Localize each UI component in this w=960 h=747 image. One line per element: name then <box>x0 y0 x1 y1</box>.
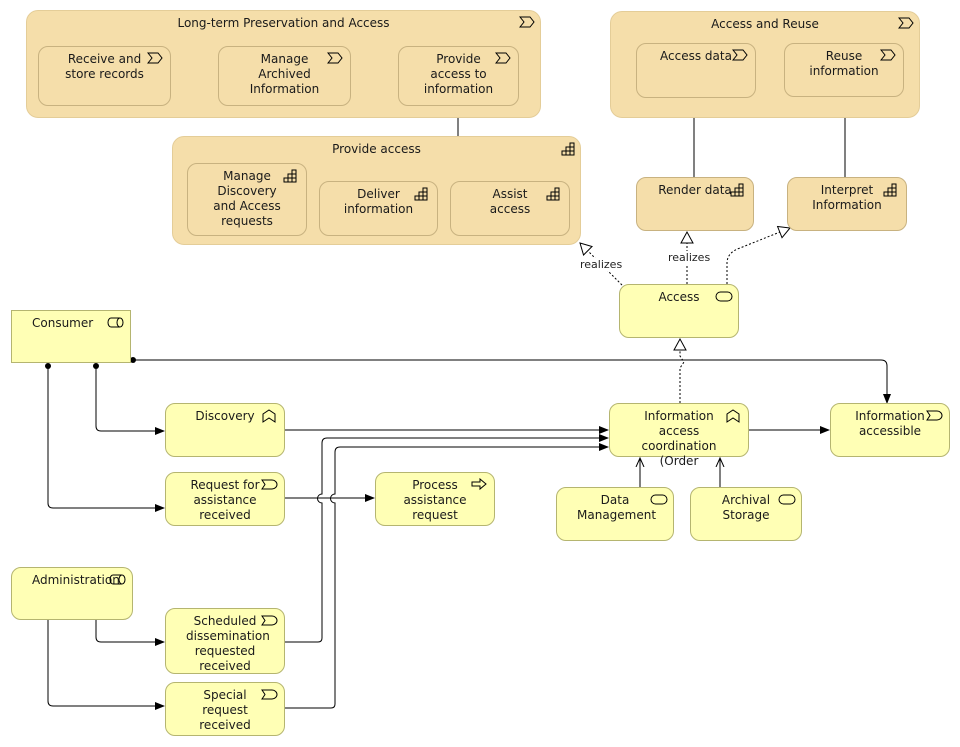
group-label: Access and Reuse <box>711 17 819 31</box>
node-deliver[interactable]: Deliver information <box>319 181 438 236</box>
event-icon <box>926 410 943 421</box>
node-access[interactable]: Access <box>619 284 739 338</box>
edge-realizes-interpret <box>726 225 791 284</box>
edge-admin-scheduled <box>95 620 165 646</box>
value-stream-icon <box>732 49 748 61</box>
node-label: Process assistance request <box>403 478 467 522</box>
capability-icon <box>414 187 428 201</box>
node-consumer[interactable]: Consumer <box>11 310 131 363</box>
role-icon <box>107 317 124 328</box>
edge-consumer-discovery <box>93 363 165 435</box>
node-process-assist[interactable]: Process assistance request <box>375 472 495 526</box>
node-accessible[interactable]: Information accessible <box>830 403 950 457</box>
node-label: Data Management <box>577 493 657 522</box>
node-assist[interactable]: Assist access <box>450 181 570 236</box>
node-provide-info[interactable]: Provide access to information <box>398 46 519 106</box>
node-scheduled[interactable]: Scheduled dissemination requested receiv… <box>165 608 285 674</box>
node-receive[interactable]: Receive and store records <box>38 46 171 106</box>
edge-realizes-coordination-access <box>673 337 687 403</box>
node-label: Render data <box>658 183 732 197</box>
node-label: Request for assistance received <box>190 478 260 522</box>
capability-icon <box>546 187 560 201</box>
function-icon <box>262 409 276 423</box>
node-manage-archived[interactable]: Manage Archived Information <box>218 46 351 106</box>
node-discovery[interactable]: Discovery <box>165 403 285 457</box>
node-interpret[interactable]: Interpret Information <box>787 177 907 231</box>
function-icon <box>726 409 740 423</box>
node-label: Manage Discovery and Access requests <box>213 169 281 228</box>
node-label: Special request received <box>199 688 251 732</box>
capability-icon <box>730 183 744 197</box>
service-icon <box>778 494 796 505</box>
node-label: Scheduled dissemination requested receiv… <box>186 614 270 673</box>
realizes-label: realizes <box>580 258 623 271</box>
node-label: Reuse information <box>809 49 879 78</box>
node-label: Provide access to information <box>423 52 494 96</box>
node-label: Receive and store records <box>65 52 144 81</box>
node-access-data[interactable]: Access data <box>636 43 756 98</box>
node-label: Interpret Information <box>812 183 882 212</box>
node-label: Access <box>658 290 700 304</box>
node-request-assist[interactable]: Request for assistance received <box>165 472 285 526</box>
edge-scheduled-coordination <box>285 434 609 643</box>
edge-admin-special <box>47 620 165 710</box>
capability-icon <box>883 183 897 197</box>
value-stream-icon <box>327 52 343 64</box>
archimate-diagram: realizes realizes Long-term Preservation… <box>0 0 960 747</box>
node-label: Discovery <box>195 409 255 423</box>
node-archival[interactable]: Archival Storage <box>690 487 802 541</box>
edge-consumer-accessible <box>130 357 891 404</box>
event-icon <box>261 615 278 626</box>
node-coordination[interactable]: Information access coordination (Order <box>609 403 749 468</box>
group-label: Long-term Preservation and Access <box>177 16 390 30</box>
realizes-label: realizes <box>668 251 711 264</box>
node-label: Deliver information <box>343 187 414 216</box>
value-stream-icon <box>880 49 896 61</box>
process-icon <box>471 478 487 491</box>
node-special[interactable]: Special request received <box>165 682 285 736</box>
group-label: Provide access <box>332 142 421 156</box>
node-label: Manage Archived Information <box>249 52 320 96</box>
capability-icon <box>561 142 575 156</box>
edge-consumer-request <box>45 363 165 512</box>
node-reuse-info[interactable]: Reuse information <box>784 43 904 97</box>
node-label: Information accessible <box>855 409 925 438</box>
value-stream-icon <box>495 52 511 64</box>
node-manage-discovery[interactable]: Manage Discovery and Access requests <box>187 163 307 236</box>
node-administration[interactable]: Administration <box>11 567 133 620</box>
value-stream-icon <box>898 17 914 29</box>
node-data-mgmt[interactable]: Data Management <box>556 487 674 541</box>
value-stream-icon <box>519 16 535 28</box>
service-icon <box>650 494 668 505</box>
node-label: Administration <box>32 573 120 587</box>
role-icon <box>109 574 126 585</box>
event-icon <box>261 689 278 700</box>
capability-icon <box>283 169 297 183</box>
node-label: Archival Storage <box>721 493 771 522</box>
value-stream-icon <box>147 52 163 64</box>
event-icon <box>261 479 278 490</box>
node-render[interactable]: Render data <box>636 177 754 231</box>
node-label: Consumer <box>32 316 94 330</box>
service-icon <box>715 291 733 302</box>
node-label: Access data <box>660 49 732 63</box>
node-label: Assist access <box>489 187 531 216</box>
